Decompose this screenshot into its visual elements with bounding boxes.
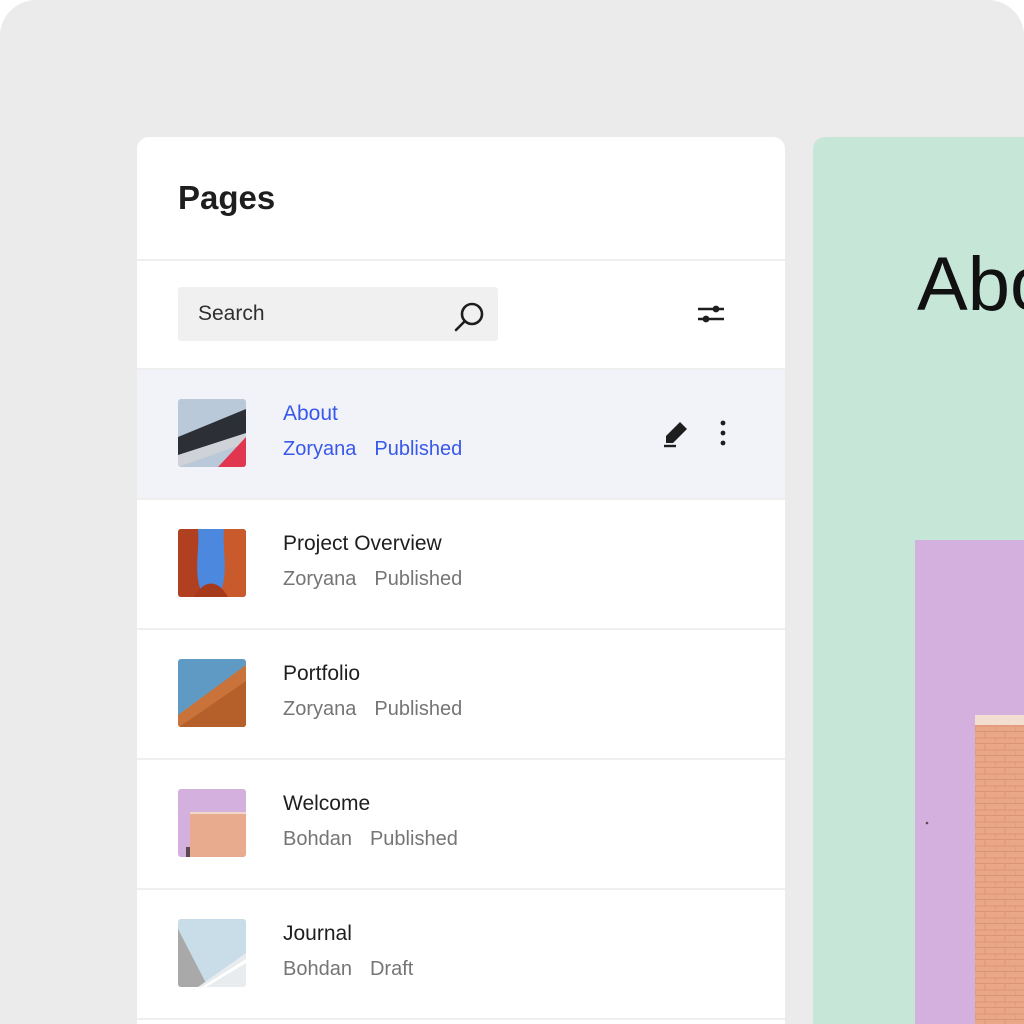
page-title-link[interactable]: Welcome [283, 792, 370, 816]
page-thumbnail [178, 659, 246, 727]
page-title: Pages [178, 179, 276, 216]
page-status: Published [374, 438, 463, 460]
preview-image [915, 540, 1024, 1024]
page-title-link[interactable]: Journal [283, 922, 352, 946]
sliders-icon[interactable] [695, 298, 727, 330]
page-author: Bohdan [283, 958, 352, 980]
page-title-link[interactable]: Portfolio [283, 662, 360, 686]
pencil-icon[interactable] [661, 418, 691, 448]
pages-panel: Pages Search About Zoryana Published Pro… [137, 137, 785, 1024]
search-input[interactable] [178, 287, 438, 341]
page-thumbnail [178, 399, 246, 467]
more-vertical-icon[interactable] [711, 418, 735, 448]
preview-heading: About [917, 242, 1024, 327]
page-author: Zoryana [283, 438, 357, 460]
search-icon[interactable] [452, 299, 488, 335]
page-title-link[interactable]: About [283, 402, 338, 426]
list-item[interactable]: Welcome Bohdan Published [137, 760, 785, 890]
pages-list: About Zoryana Published Project Overview… [137, 370, 785, 1020]
page-title-link[interactable]: Project Overview [283, 532, 442, 556]
page-thumbnail [178, 789, 246, 857]
page-thumbnail [178, 529, 246, 597]
page-meta: Zoryana Published [283, 698, 462, 721]
list-item[interactable]: Portfolio Zoryana Published [137, 630, 785, 760]
page-status: Published [374, 568, 463, 590]
page-meta: Zoryana Published [283, 438, 462, 461]
page-meta: Zoryana Published [283, 568, 462, 591]
page-thumbnail [178, 919, 246, 987]
page-preview: About [813, 137, 1024, 1024]
page-meta: Bohdan Draft [283, 958, 413, 981]
page-author: Zoryana [283, 568, 357, 590]
page-meta: Bohdan Published [283, 828, 458, 851]
list-item[interactable]: Journal Bohdan Draft [137, 890, 785, 1020]
search-box[interactable] [178, 287, 498, 341]
toolbar [137, 261, 785, 370]
page-status: Published [369, 828, 458, 850]
page-author: Zoryana [283, 698, 357, 720]
list-item[interactable]: About Zoryana Published [137, 370, 785, 500]
page-status: Published [374, 698, 463, 720]
panel-header: Pages [137, 137, 785, 261]
list-item[interactable]: Project Overview Zoryana Published [137, 500, 785, 630]
app-frame: Pages Search About Zoryana Published Pro… [0, 0, 1024, 1024]
page-status: Draft [369, 958, 414, 980]
page-author: Bohdan [283, 828, 352, 850]
